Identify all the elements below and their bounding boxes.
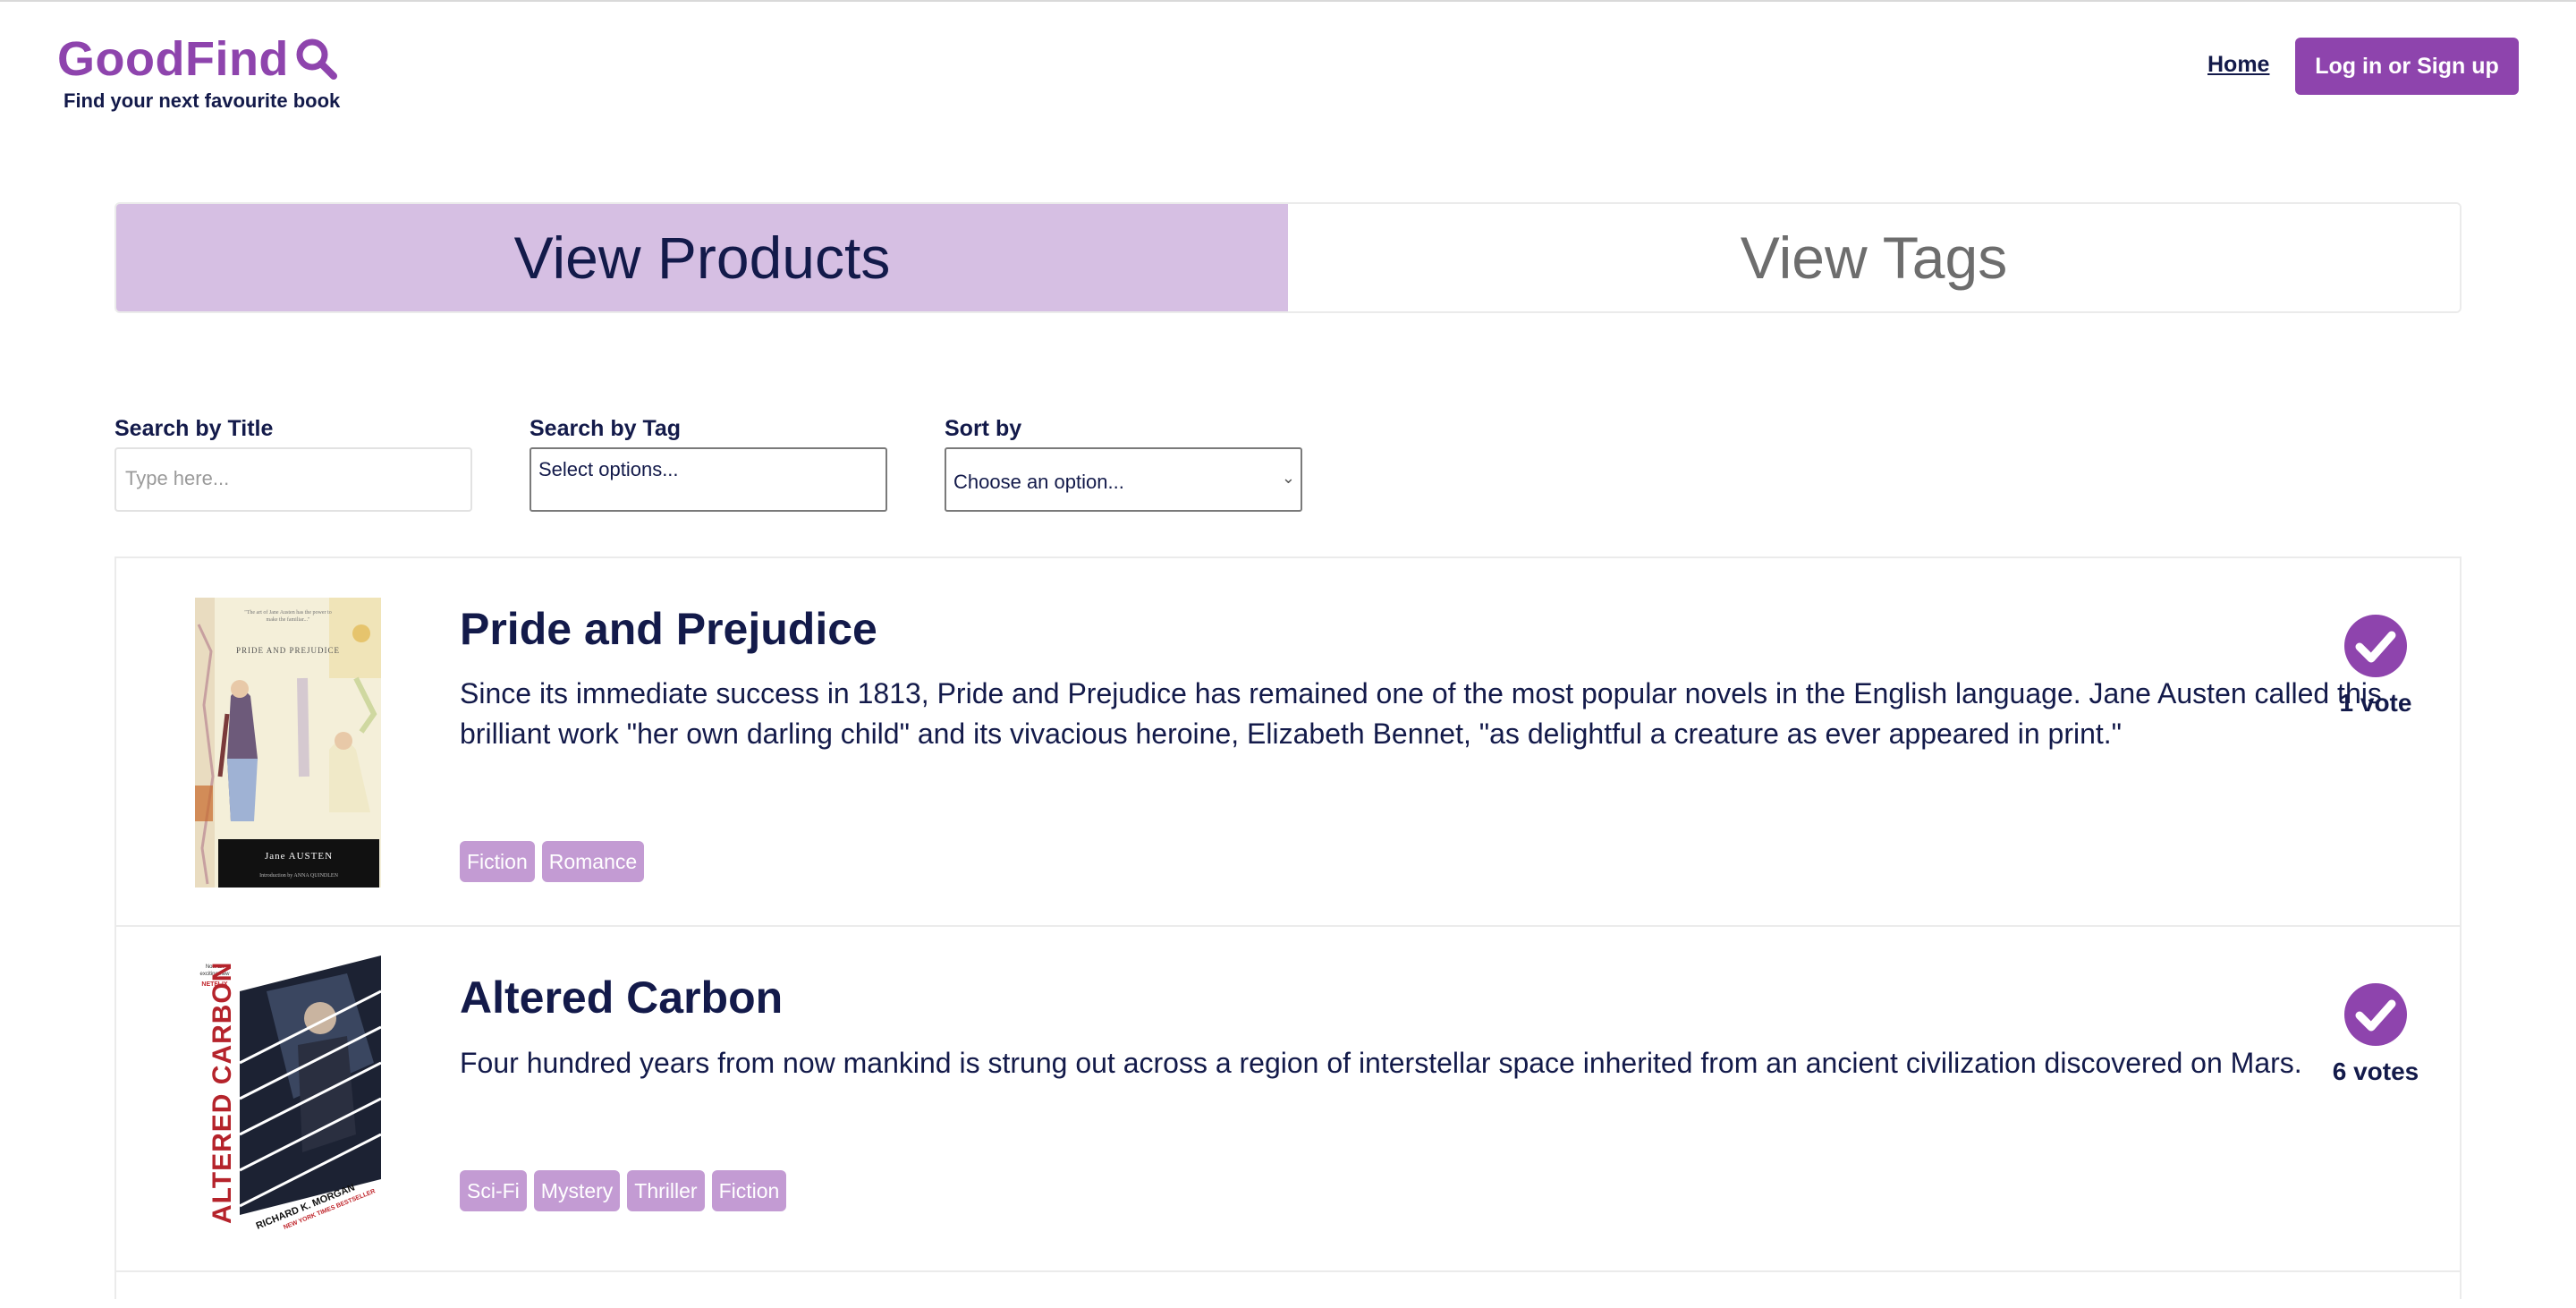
title-search-placeholder: Type here...: [125, 467, 230, 489]
tab-view-products[interactable]: View Products: [116, 204, 1288, 311]
vote-count: 1 vote: [2339, 689, 2412, 717]
view-tabs: View Products View Tags: [114, 202, 2462, 313]
sort-filter-label: Sort by: [945, 416, 1022, 441]
product-card[interactable]: "The art of Jane Austen has the power to…: [116, 558, 2460, 927]
sort-select-value: Choose an option...: [953, 471, 1124, 493]
title-filter-label: Search by Title: [114, 416, 274, 441]
tag-chip[interactable]: Mystery: [533, 1170, 621, 1211]
vote-check-icon[interactable]: [2343, 614, 2408, 678]
product-description: Four hundred years from now mankind is s…: [460, 1047, 2302, 1079]
product-card[interactable]: [116, 1272, 2460, 1308]
product-title[interactable]: Pride and Prejudice: [460, 603, 877, 655]
tag-filter-label: Search by Tag: [530, 416, 682, 441]
product-tags: Fiction Romance: [460, 841, 645, 882]
tag-chip[interactable]: Sci-Fi: [460, 1170, 527, 1211]
logo[interactable]: GoodFind: [57, 30, 339, 88]
sort-filter: Sort by Choose an option... ⌄: [945, 413, 1302, 512]
svg-text:"The art of Jane Austen has th: "The art of Jane Austen has the power to: [244, 609, 331, 616]
cover-title: ALTERED CARBON: [208, 962, 237, 1224]
vote-count: 6 votes: [2332, 1057, 2419, 1085]
product-card[interactable]: Now an exciting new NETFLIX ALTERED CARB…: [116, 927, 2460, 1272]
sort-select[interactable]: Choose an option... ⌄: [945, 447, 1302, 512]
login-signup-button[interactable]: Log in or Sign up: [2295, 38, 2519, 95]
tag-multiselect[interactable]: Select options...: [530, 447, 887, 512]
site-header: GoodFind Find your next favourite book H…: [0, 0, 2576, 134]
nav-home-link[interactable]: Home: [2207, 52, 2269, 78]
logo-text: GoodFind: [57, 32, 289, 86]
tab-view-tags[interactable]: View Tags: [1288, 204, 2460, 311]
product-description: Since its immediate success in 1813, Pri…: [460, 677, 2382, 750]
tag-filter: Search by Tag Select options...: [530, 413, 887, 512]
title-search-input[interactable]: Type here...: [114, 447, 472, 512]
vote-check-icon[interactable]: [2343, 982, 2408, 1047]
search-icon: [294, 37, 339, 81]
tag-chip[interactable]: Fiction: [711, 1170, 787, 1211]
book-cover-altered-carbon[interactable]: Now an exciting new NETFLIX ALTERED CARB…: [195, 956, 381, 1229]
cover-author: Jane AUSTEN: [265, 851, 333, 862]
book-cover-pride-and-prejudice[interactable]: "The art of Jane Austen has the power to…: [195, 598, 381, 888]
title-filter: Search by Title Type here...: [114, 413, 472, 512]
svg-text:Introduction by ANNA QUINDLEN: Introduction by ANNA QUINDLEN: [259, 873, 338, 879]
cover-title: PRIDE AND PREJUDICE: [236, 646, 340, 655]
tagline: Find your next favourite book: [64, 89, 341, 112]
product-list: "The art of Jane Austen has the power to…: [114, 556, 2462, 1299]
svg-text:make the familiar...": make the familiar...": [267, 616, 310, 623]
product-title[interactable]: Altered Carbon: [460, 972, 783, 1023]
tag-chip[interactable]: Romance: [541, 841, 645, 882]
product-tags: Sci-Fi Mystery Thriller Fiction: [460, 1170, 787, 1211]
chevron-down-icon: ⌄: [1281, 469, 1295, 487]
tag-chip[interactable]: Fiction: [460, 841, 535, 882]
tag-chip[interactable]: Thriller: [627, 1170, 705, 1211]
tag-multiselect-value: Select options...: [538, 458, 679, 480]
